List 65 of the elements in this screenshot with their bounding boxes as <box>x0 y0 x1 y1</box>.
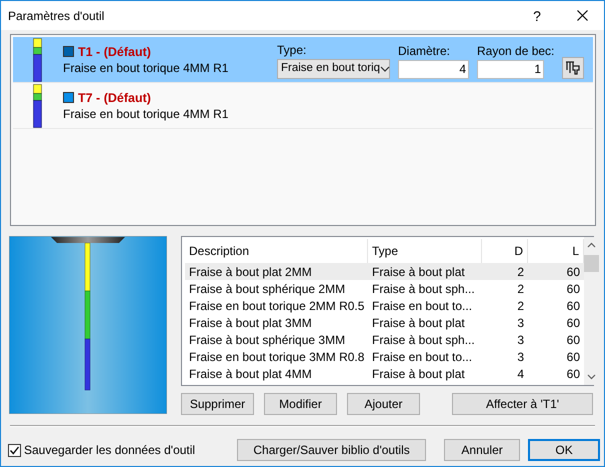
footer-button[interactable]: Annuler <box>444 439 520 461</box>
type-dropdown[interactable]: Fraise en bout toriq <box>277 58 390 78</box>
table-cell-text: 60 <box>566 264 581 278</box>
tool-button[interactable] <box>562 56 584 78</box>
tool-name: T1 - (Défaut) <box>78 44 151 58</box>
table-cell-text: 60 <box>566 298 581 312</box>
tool-name: T7 - (Défaut) <box>78 90 151 104</box>
table-cell-text: Fraise à bout sphérique 3MM <box>188 332 346 346</box>
radius-field[interactable]: 1 <box>477 60 544 78</box>
table-cell-text: Fraise à bout sph... <box>371 282 476 296</box>
library-action-button[interactable]: Supprimer <box>181 393 254 415</box>
table-cell-text: 60 <box>566 316 581 330</box>
library-action-button[interactable]: Ajouter <box>347 393 420 415</box>
type-label: Type: <box>277 42 308 56</box>
diameter-field[interactable]: 4 <box>398 60 469 78</box>
scrollbar-thumb[interactable] <box>584 255 599 272</box>
table-cell-text: 60 <box>566 366 581 380</box>
library-action-button[interactable]: Affecter à 'T1' <box>452 393 593 415</box>
table-cell-text: Fraise à bout plat 4MM <box>188 366 313 380</box>
table-cell-text: Fraise à bout sph... <box>371 332 476 346</box>
save-checkbox[interactable] <box>8 444 21 456</box>
library-row[interactable]: Fraise en bout torique 3MM R0.8 Fraise en bout to... 3 60 <box>185 348 584 365</box>
library-row[interactable]: Fraise en bout torique 2MM R0.5 Fraise en bout to... 2 60 <box>185 297 584 314</box>
tool-bar-icon <box>33 84 42 128</box>
table-cell-text: 60 <box>566 332 581 346</box>
table-cell-text: 2 <box>516 282 525 296</box>
library-row[interactable]: Fraise à bout sphérique 3MM Fraise à bout sph... 3 60 <box>185 331 584 348</box>
library-row[interactable]: Fraise à bout plat 3MM Fraise à bout plat 3 60 <box>185 314 584 331</box>
save-label: Sauvegarder les données d'outil <box>24 443 196 457</box>
table-cell-text: 60 <box>566 350 581 364</box>
tool-row[interactable]: T7 - (Défaut) Fraise en bout torique 4MM R1 <box>13 83 593 129</box>
tool-row[interactable]: T1 - (Défaut) Fraise en bout torique 4MM R1 Type: Fraise en bout toriq Diamètre: 4 Rayon de bec: 1 <box>13 37 593 83</box>
window-title: Paramètres d'outil <box>8 8 106 22</box>
footer-button[interactable]: Charger/Sauver biblio d'outils <box>237 439 426 461</box>
radius-label: Rayon de bec: <box>477 44 554 58</box>
table-cell-text: Fraise à bout sphérique 2MM <box>188 282 346 296</box>
table-cell-text: 2 <box>516 264 525 278</box>
table-cell-text: Fraise à bout plat <box>371 366 466 380</box>
table-cell-text: 2 <box>516 298 525 312</box>
table-cell-text: Fraise en bout torique 2MM R0.5 <box>188 298 366 312</box>
table-cell-text: 3 <box>516 316 525 330</box>
library-row[interactable]: Fraise à bout plat 4MM Fraise à bout plat 4 60 <box>185 365 584 382</box>
tool-description: Fraise en bout torique 4MM R1 <box>63 106 230 120</box>
table-cell-text: Fraise en bout torique 3MM R0.8 <box>188 350 366 364</box>
help-button[interactable]: ? <box>514 8 560 24</box>
library-action-button[interactable]: Modifier <box>264 393 337 415</box>
table-cell-text: Fraise en bout to... <box>371 350 474 364</box>
tool-bar-icon <box>33 38 42 82</box>
table-cell-text: Fraise en bout to... <box>371 298 474 312</box>
table-cell-text: Fraise à bout plat 2MM <box>188 264 313 278</box>
chevron-down-icon <box>380 66 390 72</box>
tool-icon <box>565 60 582 74</box>
footer-button[interactable]: OK <box>528 439 600 461</box>
library-row[interactable]: Fraise à bout plat 2MM Fraise à bout plat 2 60 <box>185 263 584 280</box>
table-cell-text: 60 <box>566 282 581 296</box>
table-cell-text: 3 <box>516 332 525 346</box>
scrollbar[interactable] <box>584 237 599 385</box>
table-cell-text: Fraise à bout plat 3MM <box>188 316 313 330</box>
close-icon <box>576 10 588 21</box>
table-cell-text: Fraise à bout plat <box>371 316 466 330</box>
diameter-label: Diamètre: <box>398 44 452 58</box>
library-row[interactable]: Fraise à bout sphérique 2MM Fraise à bout sph... 2 60 <box>185 280 584 297</box>
table-cell-text: Fraise à bout plat <box>371 264 466 278</box>
table-cell-text: 3 <box>516 350 525 364</box>
table-cell-text: 4 <box>516 366 525 380</box>
